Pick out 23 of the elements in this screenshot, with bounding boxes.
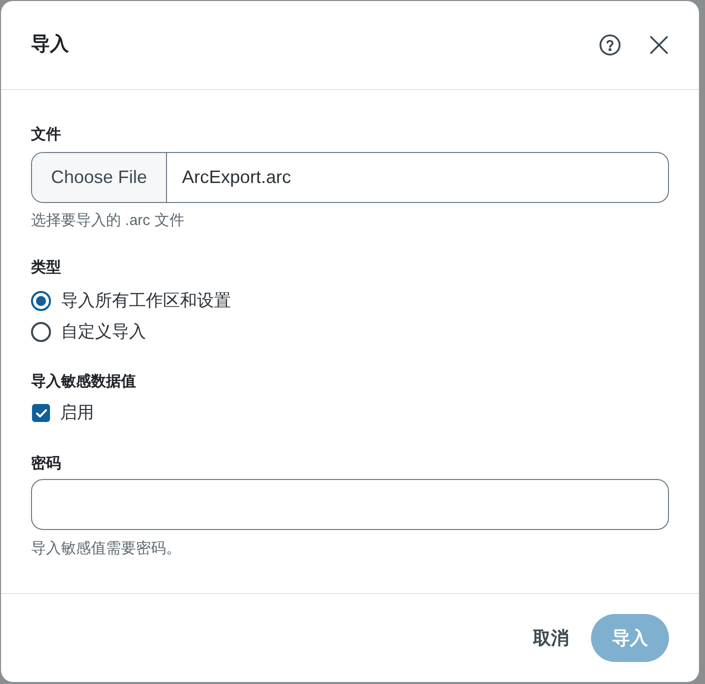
cancel-button[interactable]: 取消: [523, 614, 579, 662]
radio-button[interactable]: [31, 322, 51, 342]
password-field[interactable]: [31, 479, 669, 530]
checkbox-label[interactable]: 启用: [60, 400, 94, 426]
check-icon: [36, 408, 46, 418]
radio-label[interactable]: 导入所有工作区和设置: [61, 288, 231, 314]
close-button[interactable]: [649, 35, 669, 55]
field-label: 密码: [31, 454, 62, 474]
choose-file-button[interactable]: Choose File: [32, 153, 167, 202]
radio-button[interactable]: [31, 290, 51, 310]
field-label: 导入敏感数据值: [31, 372, 137, 392]
file-hint: 选择要导入的 .arc 文件: [31, 211, 186, 231]
file-input[interactable]: Choose File ArcExport.arc: [31, 152, 669, 203]
field-label: 文件: [31, 125, 62, 145]
field-label: 类型: [31, 258, 62, 278]
help-button[interactable]: [599, 34, 621, 56]
help-icon: [599, 34, 621, 56]
checkbox[interactable]: [32, 404, 50, 422]
close-icon: [649, 35, 669, 55]
radio-label[interactable]: 自定义导入: [61, 318, 146, 344]
file-name: ArcExport.arc: [181, 166, 292, 189]
password-hint: 导入敏感值需要密码。: [31, 539, 182, 559]
dialog-title: 导入: [31, 32, 70, 57]
